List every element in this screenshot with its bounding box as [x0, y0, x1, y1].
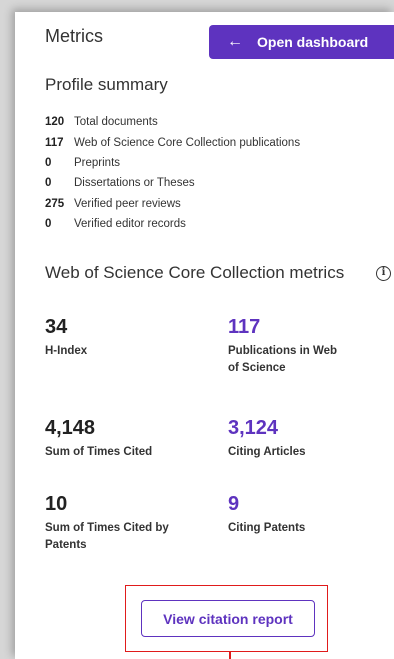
summary-item-dissertations: 0 Dissertations or Theses [45, 173, 300, 193]
metric-times-cited-patents: 10 Sum of Times Cited by Patents [45, 492, 210, 554]
summary-item-peer-reviews: 275 Verified peer reviews [45, 194, 300, 214]
metric-value: 10 [45, 493, 68, 515]
metric-label: Citing Patents [228, 522, 306, 534]
profile-summary-heading: Profile summary [45, 75, 168, 94]
metric-h-index: 34 H-Index [45, 315, 195, 360]
metric-label: Citing Articles [228, 446, 306, 458]
summary-label: Web of Science Core Collection publicati… [74, 136, 301, 149]
metric-citing-patents: 9 Citing Patents [228, 492, 378, 537]
metric-publications: 117 Publications in Web of Science [228, 315, 338, 377]
metric-value: 4,148 [45, 417, 96, 439]
metric-value-link[interactable]: 3,124 [228, 416, 378, 440]
metric-times-cited: 4,148 Sum of Times Cited [45, 416, 195, 461]
summary-item-core-publications: 117 Web of Science Core Collection publi… [45, 132, 300, 152]
summary-count: 0 [45, 218, 52, 231]
profile-summary-list: 120 Total documents 117 Web of Science C… [45, 112, 300, 234]
metric-value-link[interactable]: 117 [228, 315, 338, 339]
view-citation-report-button[interactable]: View citation report [141, 600, 315, 637]
summary-label: Verified peer reviews [74, 197, 181, 210]
summary-label: Dissertations or Theses [74, 177, 195, 190]
summary-item-total-documents: 120 Total documents [45, 112, 300, 132]
summary-label: Total documents [74, 116, 158, 129]
metric-label: Sum of Times Cited by Patents [45, 522, 169, 551]
metric-label: H-Index [45, 345, 88, 357]
panel-title: Metrics [45, 26, 103, 46]
metric-citing-articles: 3,124 Citing Articles [228, 416, 378, 461]
arrow-left-icon: ← [227, 33, 243, 50]
summary-item-preprints: 0 Preprints [45, 153, 300, 173]
summary-label: Verified editor records [74, 218, 186, 231]
open-dashboard-button[interactable]: ← Open dashboard [209, 25, 394, 59]
metric-label: Sum of Times Cited [45, 446, 153, 458]
summary-count: 275 [45, 197, 65, 210]
summary-count: 120 [45, 116, 65, 129]
summary-label: Preprints [74, 156, 121, 169]
summary-count: 117 [45, 136, 64, 149]
summary-count: 0 [45, 177, 52, 190]
metric-label: Publications in Web of Science [228, 345, 338, 374]
summary-count: 0 [45, 156, 52, 169]
highlight-pointer [229, 652, 231, 659]
summary-item-editor-records: 0 Verified editor records [45, 214, 300, 234]
open-dashboard-label: Open dashboard [257, 34, 369, 50]
metric-value: 34 [45, 316, 68, 338]
core-metrics-heading: Web of Science Core Collection metrics [45, 263, 345, 282]
info-icon[interactable]: i [376, 266, 391, 281]
metric-value-link[interactable]: 9 [228, 492, 378, 516]
